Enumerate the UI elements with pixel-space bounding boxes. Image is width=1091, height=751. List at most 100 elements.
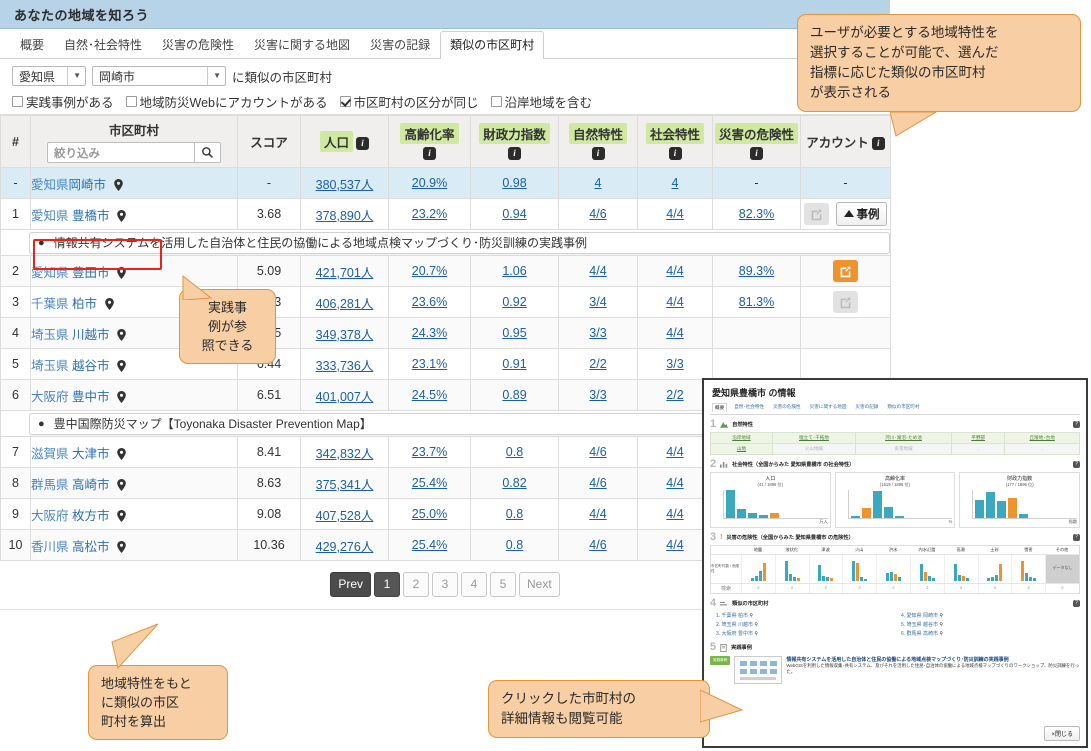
- cell-risk[interactable]: 81.3%: [712, 286, 801, 318]
- search-icon[interactable]: ⌕: [876, 584, 910, 593]
- cell-aging[interactable]: 24.3%: [388, 317, 471, 349]
- cell-population[interactable]: 342,832人: [300, 436, 389, 468]
- tab-disaster-record[interactable]: 災害の記録: [360, 31, 440, 58]
- cell-city[interactable]: 大阪府 豊中市: [30, 379, 238, 411]
- cell-city[interactable]: 滋賀県 大津市: [30, 436, 238, 468]
- help-icon[interactable]: ?: [1073, 421, 1080, 428]
- map-pin-icon[interactable]: [117, 509, 126, 522]
- cell-fiscal[interactable]: 0.92: [470, 286, 559, 318]
- map-pin-icon[interactable]: [117, 328, 126, 341]
- nature-term[interactable]: 丘陵地･台地: [1004, 432, 1080, 444]
- pagination-page-3[interactable]: 3: [432, 571, 458, 597]
- cell-risk[interactable]: 82.3%: [712, 198, 801, 230]
- table-row[interactable]: 1 愛知県 豊橋市 3.68 378,890人 23.2% 0.94 4/6 4…: [0, 198, 891, 230]
- cell-fiscal[interactable]: 0.94: [470, 198, 559, 230]
- cell-aging[interactable]: 23.1%: [388, 348, 471, 380]
- cell-nature[interactable]: 4/6: [558, 436, 638, 468]
- table-row[interactable]: 5 埼玉県 越谷市 6.44 333,736人 23.1% 0.91 2/2 3…: [0, 348, 891, 380]
- cell-population[interactable]: 333,736人: [300, 348, 389, 380]
- account-link-button[interactable]: [804, 203, 829, 225]
- cell-city[interactable]: 群馬県 高崎市: [30, 467, 238, 499]
- prefecture-select[interactable]: 愛知県 ▼: [12, 66, 86, 86]
- cell-nature[interactable]: 3/3: [558, 317, 638, 349]
- cell-aging[interactable]: 25.4%: [388, 529, 471, 561]
- inset-tab-nature-society[interactable]: 自然･社会特性: [732, 403, 766, 412]
- cell-fiscal[interactable]: 1.06: [470, 255, 559, 287]
- nature-term[interactable]: 埋立て･干拓地: [771, 432, 857, 444]
- cell-population[interactable]: 421,701人: [300, 255, 389, 287]
- account-link-button[interactable]: [833, 260, 858, 282]
- info-icon[interactable]: i: [356, 137, 369, 151]
- cell-risk[interactable]: 89.3%: [712, 255, 801, 287]
- tab-similar-municipalities[interactable]: 類似の市区町村: [440, 31, 545, 59]
- map-pin-icon[interactable]: [117, 478, 126, 491]
- cell-nature[interactable]: 3/3: [558, 379, 638, 411]
- inset-tab-disaster-risk[interactable]: 災害の危険性: [771, 403, 803, 412]
- nature-term[interactable]: 沿岸地域: [710, 432, 773, 444]
- cell-fiscal[interactable]: 0.95: [470, 317, 559, 349]
- pagination-page-1[interactable]: 1: [374, 571, 400, 597]
- account-link-button[interactable]: [833, 291, 858, 313]
- info-icon[interactable]: i: [591, 147, 605, 160]
- cell-aging[interactable]: 20.7%: [388, 255, 471, 287]
- cell-society[interactable]: 3/3: [637, 348, 713, 380]
- info-icon[interactable]: i: [508, 147, 521, 160]
- checkbox-same-class[interactable]: 市区町村の区分が同じ: [339, 92, 479, 111]
- help-icon[interactable]: ?: [1073, 600, 1080, 607]
- cell-aging[interactable]: 23.7%: [388, 436, 471, 468]
- cell-aging[interactable]: 23.2%: [388, 198, 471, 230]
- case-heading[interactable]: 情報共有システムを活用した自治体と住民の協働による地域点検マップづくり･防災訓練…: [786, 656, 1080, 663]
- case-entry[interactable]: 実践事例 情報共有システムを活用した自治体と住民の協働による地域点検マップづくり…: [710, 656, 1080, 684]
- nature-term[interactable]: 平野部: [950, 432, 1006, 444]
- cell-nature[interactable]: 4: [558, 167, 638, 199]
- table-row[interactable]: 4 埼玉県 川越市 6.05 349,378人 24.3% 0.95 3/3 4…: [0, 317, 891, 349]
- search-icon[interactable]: ⌕: [977, 584, 1012, 593]
- list-item[interactable]: 3. 大阪府 豊中市 ⚲: [710, 629, 895, 638]
- cell-fiscal[interactable]: 0.8: [470, 436, 559, 468]
- cell-population[interactable]: 406,281人: [300, 286, 389, 318]
- cell-fiscal[interactable]: 0.98: [470, 167, 559, 199]
- cell-aging[interactable]: 25.0%: [388, 498, 471, 530]
- map-pin-icon[interactable]: [117, 359, 126, 372]
- help-icon[interactable]: ?: [1073, 534, 1080, 541]
- cell-aging[interactable]: 23.6%: [388, 286, 471, 318]
- map-pin-icon[interactable]: [117, 540, 126, 553]
- search-button[interactable]: [195, 142, 221, 163]
- map-pin-icon[interactable]: [113, 178, 123, 191]
- search-icon[interactable]: ⌕: [909, 584, 944, 593]
- cell-nature[interactable]: 4/4: [558, 255, 638, 287]
- cell-nature[interactable]: 4/6: [558, 198, 638, 230]
- cell-aging[interactable]: 25.4%: [388, 467, 471, 499]
- cell-aging[interactable]: 24.5%: [388, 379, 471, 411]
- pagination-page-5[interactable]: 5: [490, 571, 516, 597]
- pagination-page-2[interactable]: 2: [403, 571, 429, 597]
- map-pin-icon[interactable]: [117, 390, 126, 403]
- cell-nature[interactable]: 4/4: [558, 498, 638, 530]
- map-pin-icon[interactable]: [117, 209, 126, 222]
- inset-tab-disaster-record[interactable]: 災害の記録: [853, 403, 880, 412]
- pagination-page-4[interactable]: 4: [461, 571, 487, 597]
- list-item[interactable]: 2. 埼玉県 川越市 ⚲: [710, 620, 895, 629]
- info-icon[interactable]: i: [668, 147, 682, 160]
- cell-population[interactable]: 349,378人: [300, 317, 389, 349]
- nature-term[interactable]: 河川･湖沼･ため池: [855, 432, 952, 444]
- info-icon[interactable]: i: [750, 147, 763, 160]
- nature-term[interactable]: 山地: [710, 443, 773, 455]
- table-row[interactable]: - 愛知県岡崎市 - 380,537人 20.9% 0.98 4 4 - -: [0, 167, 891, 199]
- inset-tab-similar[interactable]: 類似の市区町村: [885, 403, 921, 412]
- cell-city[interactable]: 愛知県 豊橋市: [30, 198, 238, 230]
- cell-society[interactable]: 4/4: [637, 286, 713, 318]
- list-item[interactable]: 4. 愛知県 岡崎市 ⚲: [895, 611, 1080, 620]
- tab-disaster-risk[interactable]: 災害の危険性: [152, 31, 244, 58]
- tab-nature-society[interactable]: 自然･社会特性: [54, 31, 152, 58]
- list-item[interactable]: 5. 埼玉県 越谷市 ⚲: [895, 620, 1080, 629]
- inset-tab-disaster-map[interactable]: 災害に関する地図: [808, 403, 849, 412]
- map-pin-icon[interactable]: [117, 447, 126, 460]
- cell-population[interactable]: 380,537人: [300, 167, 389, 199]
- search-icon[interactable]: ⌕: [808, 584, 843, 593]
- map-pin-icon[interactable]: [104, 297, 114, 310]
- cell-aging[interactable]: 20.9%: [388, 167, 471, 199]
- cell-nature[interactable]: 2/2: [558, 348, 638, 380]
- table-row[interactable]: 3 千葉県 柏市 5.23 406,281人 23.6% 0.92 3/4 4/…: [0, 286, 891, 318]
- inset-tab-overview[interactable]: 概要: [712, 403, 728, 412]
